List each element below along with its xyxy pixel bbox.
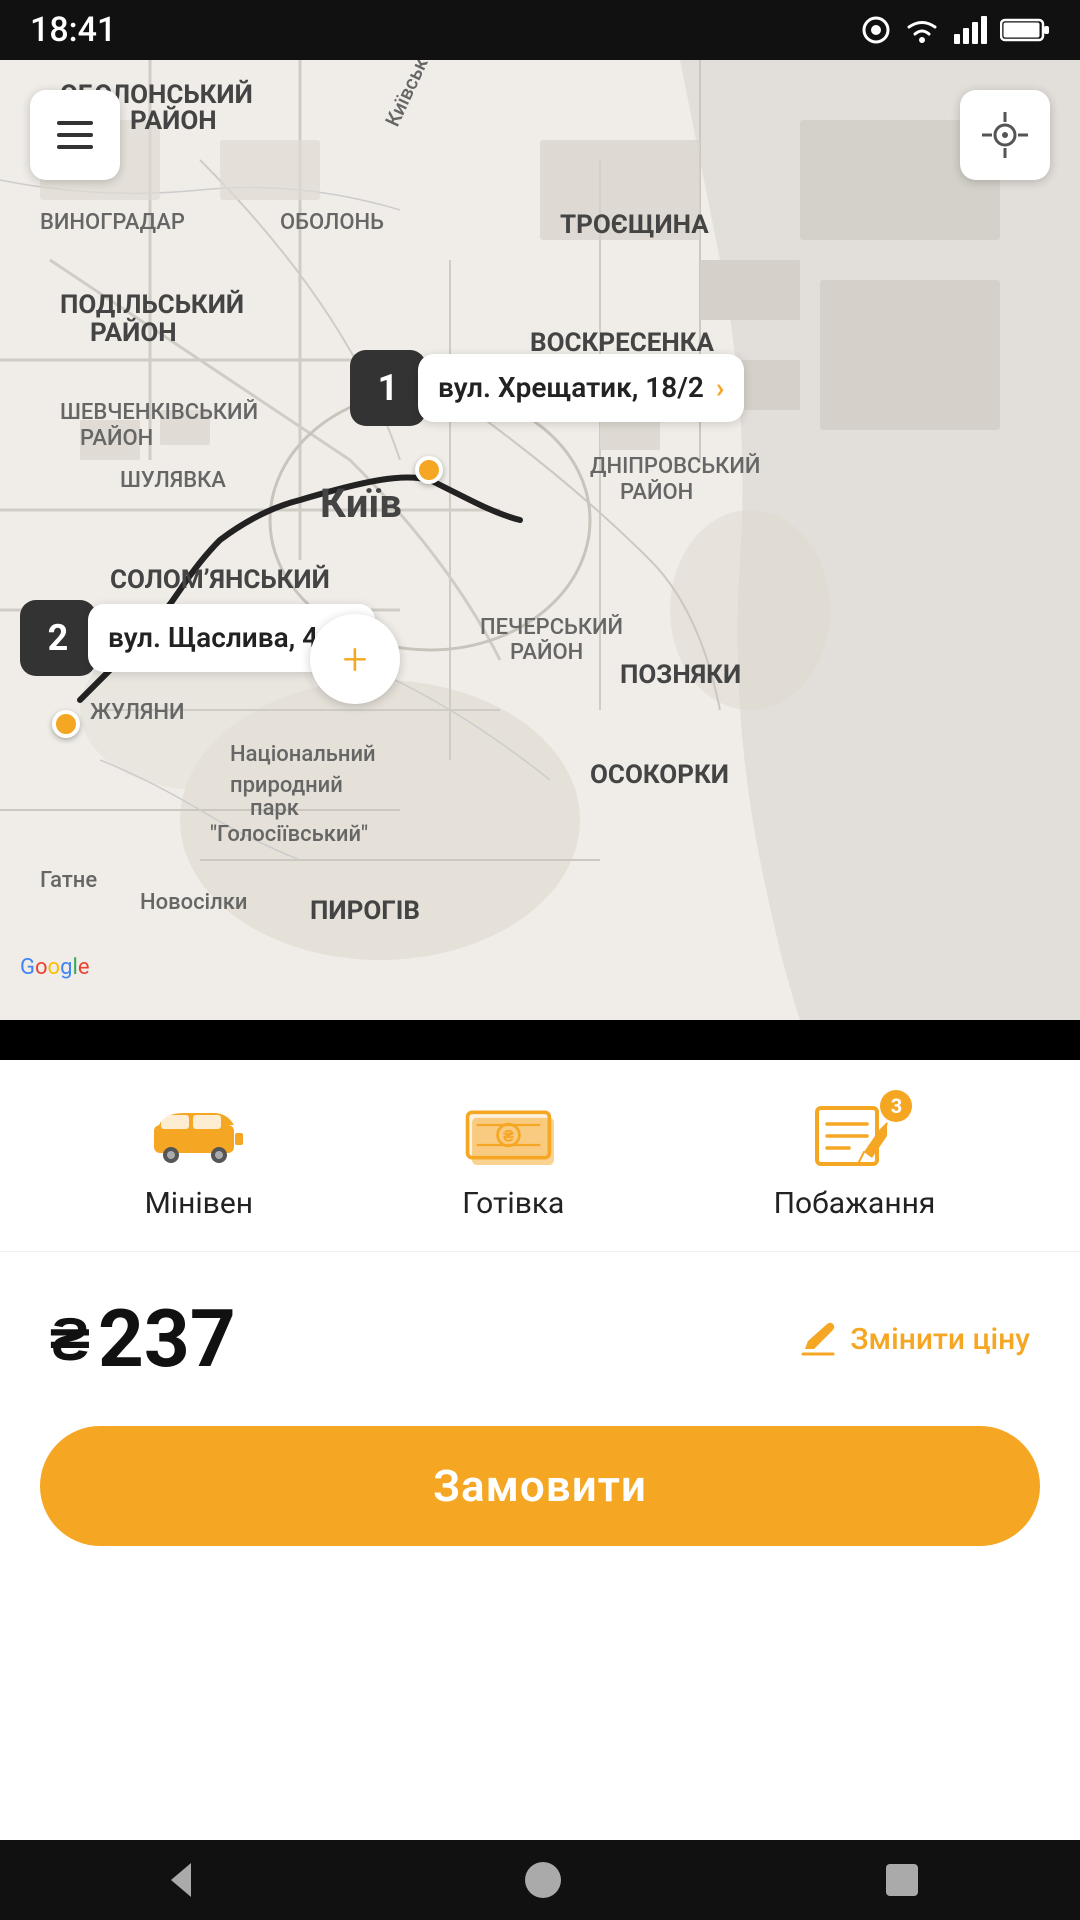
waypoint-2-pin bbox=[52, 710, 80, 738]
service-option-preferences[interactable]: 3 Побажання bbox=[774, 1100, 936, 1221]
signal-icon bbox=[952, 14, 988, 46]
waypoint-1-chevron: › bbox=[716, 371, 724, 404]
add-waypoint-button[interactable]: + bbox=[310, 614, 400, 704]
nav-home-button[interactable] bbox=[518, 1855, 568, 1905]
order-button-label: Замовити bbox=[433, 1460, 647, 1512]
order-button[interactable]: Замовити bbox=[40, 1426, 1040, 1546]
waypoint-1-badge: 1 bbox=[350, 350, 426, 426]
minivan-icon-wrap bbox=[149, 1100, 249, 1170]
edit-icon bbox=[800, 1321, 836, 1357]
minivan-label: Мінівен bbox=[145, 1186, 253, 1221]
waypoint-2-address: вул. Щаслива, 44 bbox=[108, 620, 334, 656]
crosshair-icon bbox=[982, 112, 1028, 158]
prefs-badge: 3 bbox=[880, 1090, 912, 1122]
change-price-label: Змінити ціну bbox=[850, 1322, 1030, 1357]
waypoint-2-badge: 2 bbox=[20, 600, 96, 676]
recent-square-icon bbox=[880, 1858, 924, 1902]
price-value: 237 bbox=[98, 1292, 236, 1386]
hamburger-icon bbox=[57, 121, 93, 149]
service-option-minivan[interactable]: Мінівен bbox=[145, 1100, 253, 1221]
map-background: ОБОЛОНСЬКИЙ РАЙОН ВИНОГРАДАР ОБОЛОНЬ ТРО… bbox=[0, 60, 1080, 1020]
price-amount: ₴ 237 bbox=[50, 1292, 236, 1386]
map-area[interactable]: ОБОЛОНСЬКИЙ РАЙОН ВИНОГРАДАР ОБОЛОНЬ ТРО… bbox=[0, 60, 1080, 1020]
menu-button[interactable] bbox=[30, 90, 120, 180]
waypoint-1-address: вул. Хрещатик, 18/2 bbox=[438, 370, 704, 406]
nav-recent-button[interactable] bbox=[880, 1858, 924, 1902]
waypoint-1-pin bbox=[415, 456, 443, 484]
battery-icon bbox=[1000, 16, 1050, 44]
svg-text:₴: ₴ bbox=[503, 1126, 514, 1145]
cash-icon-wrap: ₴ bbox=[463, 1100, 563, 1170]
status-bar: 18:41 bbox=[0, 0, 1080, 60]
cash-label: Готівка bbox=[462, 1186, 564, 1221]
status-time: 18:41 bbox=[30, 10, 116, 50]
map-roads bbox=[0, 60, 1080, 1020]
service-options-row: Мінівен ₴ Готів bbox=[0, 1060, 1080, 1252]
nav-back-button[interactable] bbox=[156, 1855, 206, 1905]
prefs-icon-wrap: 3 bbox=[804, 1100, 904, 1170]
price-currency: ₴ bbox=[50, 1304, 90, 1375]
wifi-icon bbox=[904, 14, 940, 46]
status-icons bbox=[860, 14, 1050, 46]
price-row: ₴ 237 Змінити ціну bbox=[0, 1252, 1080, 1406]
waypoint-1-box[interactable]: вул. Хрещатик, 18/2 › bbox=[418, 354, 744, 422]
android-nav-bar bbox=[0, 1840, 1080, 1920]
back-icon bbox=[156, 1855, 206, 1905]
home-circle-icon bbox=[518, 1855, 568, 1905]
prefs-label: Побажання bbox=[774, 1186, 936, 1221]
change-price-button[interactable]: Змінити ціну bbox=[800, 1321, 1030, 1357]
google-watermark: Google bbox=[20, 955, 89, 980]
minivan-icon bbox=[149, 1105, 249, 1165]
location-button[interactable] bbox=[960, 90, 1050, 180]
bottom-panel: Мінівен ₴ Готів bbox=[0, 1060, 1080, 1840]
plus-icon: + bbox=[343, 637, 368, 681]
cash-icon: ₴ bbox=[463, 1100, 563, 1170]
service-option-cash[interactable]: ₴ Готівка bbox=[462, 1100, 564, 1221]
record-icon bbox=[860, 14, 892, 46]
waypoint-1-tooltip[interactable]: 1 вул. Хрещатик, 18/2 › bbox=[350, 350, 744, 426]
